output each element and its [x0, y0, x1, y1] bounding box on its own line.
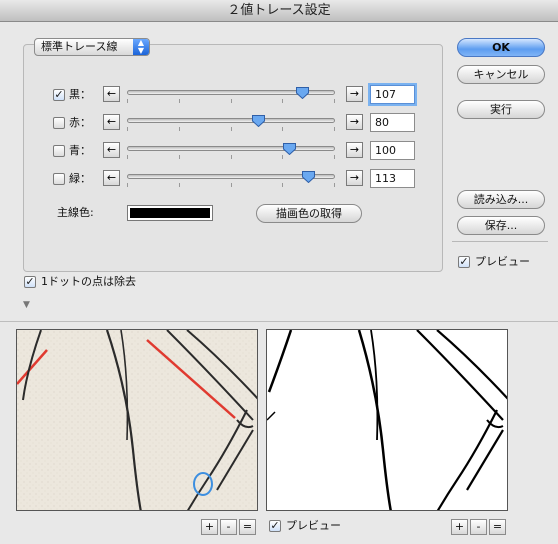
channel-black-value-field[interactable]: 107 — [370, 85, 415, 104]
trace-preview-art — [267, 330, 507, 510]
slider-tick — [179, 183, 180, 187]
channel-blue-slider-ticks — [127, 155, 335, 159]
channel-blue-checkbox[interactable] — [53, 145, 65, 157]
slider-tick — [334, 127, 335, 131]
left-zoom-in-button[interactable]: + — [201, 519, 218, 535]
channel-red-decrease-arrow-icon[interactable]: ← — [103, 114, 120, 130]
left-zoom-fit-button[interactable]: = — [239, 519, 256, 535]
slider-tick — [127, 127, 128, 131]
slider-tick — [179, 127, 180, 131]
button-divider — [452, 241, 548, 242]
right-zoom-fit-button[interactable]: = — [489, 519, 506, 535]
slider-tick — [282, 99, 283, 103]
preview-separator — [0, 321, 558, 322]
slider-tick — [127, 155, 128, 159]
trace-preview[interactable] — [266, 329, 508, 511]
slider-tick — [179, 99, 180, 103]
channel-black-decrease-arrow-icon[interactable]: ← — [103, 86, 120, 102]
preview-bottom-checkbox[interactable]: ✓ — [269, 520, 281, 532]
channel-red-slider-track[interactable] — [127, 118, 335, 123]
slider-tick — [231, 155, 232, 159]
ok-button[interactable]: OK — [457, 38, 545, 57]
get-drawing-color-button[interactable]: 描画色の取得 — [256, 204, 362, 223]
channel-black-increase-arrow-icon[interactable]: → — [346, 86, 363, 102]
channel-green-slider-ticks — [127, 183, 335, 187]
cancel-button[interactable]: キャンセル — [457, 65, 545, 84]
slider-tick — [282, 155, 283, 159]
slider-tick — [179, 155, 180, 159]
remove-dots-label: 1ドットの点は除去 — [41, 275, 136, 288]
remove-dots-checkbox[interactable]: ✓ — [24, 276, 36, 288]
channel-green-increase-arrow-icon[interactable]: → — [346, 170, 363, 186]
channel-green-label: 緑： — [69, 172, 91, 185]
load-button[interactable]: 読み込み... — [457, 190, 545, 209]
main-line-color-fill — [130, 208, 210, 218]
channel-green-decrease-arrow-icon[interactable]: ← — [103, 170, 120, 186]
channel-red-slider-ticks — [127, 127, 335, 131]
window-title: ２値トレース設定 — [0, 0, 558, 22]
channel-green-checkbox[interactable] — [53, 173, 65, 185]
slider-tick — [127, 183, 128, 187]
slider-tick — [231, 127, 232, 131]
preview-right-checkbox[interactable]: ✓ — [458, 256, 470, 268]
main-line-color-swatch[interactable] — [127, 205, 213, 221]
preview-bottom-label: プレビュー — [286, 519, 341, 532]
channel-blue-slider-track[interactable] — [127, 146, 335, 151]
slider-tick — [334, 99, 335, 103]
preset-popup[interactable]: 標準トレース線 ▲ ▼ — [34, 38, 150, 56]
channel-black-slider-thumb[interactable] — [296, 87, 309, 99]
channel-green-value-field[interactable]: 113 — [370, 169, 415, 188]
original-preview-art — [17, 330, 257, 510]
right-zoom-in-button[interactable]: + — [451, 519, 468, 535]
channel-red-slider-thumb[interactable] — [252, 115, 265, 127]
channel-blue-increase-arrow-icon[interactable]: → — [346, 142, 363, 158]
channel-black-slider-ticks — [127, 99, 335, 103]
original-preview[interactable] — [16, 329, 258, 511]
slider-tick — [127, 99, 128, 103]
channel-red-value-field[interactable]: 80 — [370, 113, 415, 132]
popup-arrows-icon: ▲ ▼ — [133, 39, 149, 55]
channel-black-label: 黒： — [69, 88, 91, 101]
preset-popup-value: 標準トレース線 — [41, 40, 118, 53]
run-button[interactable]: 実行 — [457, 100, 545, 119]
channel-red-increase-arrow-icon[interactable]: → — [346, 114, 363, 130]
channel-blue-value-field[interactable]: 100 — [370, 141, 415, 160]
slider-tick — [231, 183, 232, 187]
dialog-body: 標準トレース線 ▲ ▼ ✓ 黒： ← → 107 赤： ← → 80 青： ← → 100 緑： ← → 113 … — [0, 22, 558, 544]
right-zoom-out-button[interactable]: - — [470, 519, 487, 535]
channel-blue-decrease-arrow-icon[interactable]: ← — [103, 142, 120, 158]
left-zoom-out-button[interactable]: - — [220, 519, 237, 535]
channel-red-checkbox[interactable] — [53, 117, 65, 129]
disclosure-triangle-icon[interactable]: ▼ — [23, 300, 30, 310]
slider-tick — [282, 127, 283, 131]
channel-blue-slider-thumb[interactable] — [283, 143, 296, 155]
slider-tick — [334, 183, 335, 187]
channel-blue-label: 青： — [69, 144, 91, 157]
main-line-label: 主線色: — [57, 206, 94, 219]
channel-red-label: 赤： — [69, 116, 91, 129]
save-button[interactable]: 保存... — [457, 216, 545, 235]
slider-tick — [231, 99, 232, 103]
slider-tick — [282, 183, 283, 187]
channel-green-slider-thumb[interactable] — [302, 171, 315, 183]
preview-right-label: プレビュー — [475, 255, 530, 268]
channel-black-checkbox[interactable]: ✓ — [53, 89, 65, 101]
slider-tick — [334, 155, 335, 159]
